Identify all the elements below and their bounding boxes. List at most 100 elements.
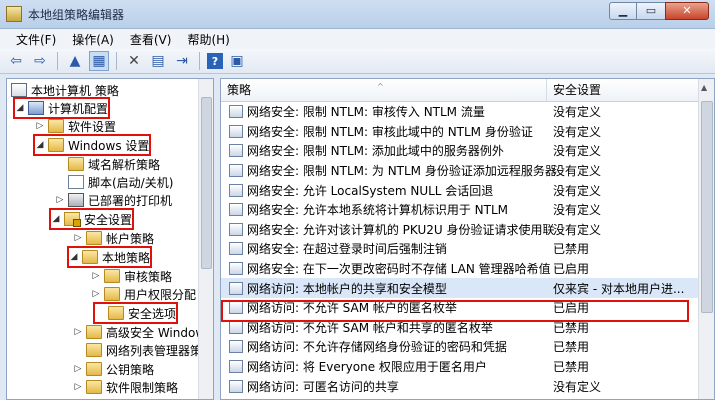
security-folder-icon: [64, 212, 81, 227]
tree-node-security-settings[interactable]: ◢ 安全设置: [48, 208, 135, 230]
policy-item-icon: [229, 203, 243, 217]
window-title: 本地组策略编辑器: [28, 8, 125, 22]
expand-triangle-icon[interactable]: ▷: [73, 233, 83, 243]
list-row[interactable]: 网络安全: 允许本地系统将计算机标识用于 NTLM 没有定义: [221, 200, 701, 220]
list-row[interactable]: 网络访问: 不允许 SAM 帐户和共享的匿名枚举 已禁用: [221, 318, 701, 338]
list-row[interactable]: 网络安全: 允许 LocalSystem NULL 会话回退 没有定义: [221, 180, 701, 200]
expand-triangle-icon[interactable]: ▷: [73, 327, 83, 337]
properties-icon[interactable]: ▤: [148, 51, 168, 71]
folder-icon: [86, 325, 102, 339]
computer-icon: [28, 101, 44, 115]
list-scroll-thumb[interactable]: [701, 101, 713, 313]
scroll-up-icon[interactable]: ▲: [701, 83, 707, 92]
minimize-button[interactable]: ▁: [609, 2, 637, 20]
tree-node-windows-settings[interactable]: ◢ Windows 设置: [32, 134, 152, 156]
expand-triangle-icon[interactable]: ▷: [91, 289, 101, 299]
tree-node-network-list[interactable]: 网络列表管理器策略: [73, 341, 213, 359]
tree-node-software-settings[interactable]: ▷ 软件设置: [35, 117, 116, 135]
list-row[interactable]: 网络访问: 不允许 SAM 帐户的匿名枚举 已启用: [221, 298, 701, 318]
export-icon[interactable]: ⇥: [172, 51, 192, 71]
tree-node-dns-policy[interactable]: 域名解析策略: [55, 155, 160, 173]
expand-triangle-icon[interactable]: ▷: [35, 121, 45, 131]
tree-node-advanced-firewall[interactable]: ▷ 高级安全 Windows: [73, 323, 211, 341]
policy-item-icon: [229, 183, 243, 197]
menu-view[interactable]: 查看(V): [122, 31, 180, 48]
app-icon: [6, 6, 22, 22]
delete-icon[interactable]: ✕: [124, 51, 144, 71]
policy-item-icon: [229, 242, 243, 256]
tree-node-deployed-printers[interactable]: ▷ 已部署的打印机: [55, 191, 172, 209]
tree-node-computer-config[interactable]: ◢ 计算机配置: [12, 97, 111, 119]
folder-icon: [104, 287, 120, 301]
console-tree[interactable]: 本地计算机 策略 ◢ 计算机配置 ▷ 软件设置 ◢ Windows 设置 域名解…: [6, 78, 214, 400]
tree-label: 计算机配置: [48, 101, 109, 116]
folder-icon: [48, 138, 64, 152]
tree-label: 用户权限分配: [124, 287, 197, 302]
list-scrollbar[interactable]: ▲: [698, 79, 714, 399]
menu-file[interactable]: 文件(F): [8, 31, 64, 48]
tree-node-security-options[interactable]: 安全选项: [92, 302, 179, 324]
tree-label: 脚本(启动/关机): [88, 175, 174, 190]
tree-label: 安全设置: [84, 212, 133, 227]
policy-item-icon: [229, 124, 243, 138]
collapse-triangle-icon[interactable]: ◢: [15, 103, 25, 113]
list-row[interactable]: 网络安全: 在下一次更改密码时不存储 LAN 管理器哈希值 已启用: [221, 259, 701, 279]
column-header-setting[interactable]: 安全设置: [547, 79, 697, 101]
list-row[interactable]: 网络安全: 限制 NTLM: 审核传入 NTLM 流量 没有定义: [221, 102, 701, 122]
tree-toggle-icon[interactable]: ▦: [89, 51, 109, 71]
policy-list[interactable]: 策略 ^ 安全设置 网络安全: 限制 NTLM: 审核传入 NTLM 流量 没有定…: [220, 78, 715, 400]
collapse-triangle-icon[interactable]: ◢: [69, 252, 79, 262]
list-row[interactable]: 网络安全: 限制 NTLM: 审核此域中的 NTLM 身份验证 没有定义: [221, 122, 701, 142]
tree-node-public-key[interactable]: ▷ 公钥策略: [73, 360, 154, 378]
expand-triangle-icon[interactable]: ▷: [73, 364, 83, 374]
menu-help[interactable]: 帮助(H): [179, 31, 237, 48]
tree-node-software-restriction[interactable]: ▷ 软件限制策略: [73, 378, 178, 396]
list-row[interactable]: 网络安全: 允许对该计算机的 PKU2U 身份验证请求使用联机... 没有定义: [221, 220, 701, 240]
tree-label: Windows 设置: [68, 138, 150, 153]
folder-icon: [48, 119, 64, 133]
close-button[interactable]: ✕: [665, 2, 709, 20]
folder-up-icon[interactable]: ▲: [65, 51, 85, 71]
list-row[interactable]: 网络访问: 不允许存储网络身份验证的密码和凭据 已禁用: [221, 337, 701, 357]
tree-label: 软件限制策略: [106, 380, 179, 395]
tree-scrollbar[interactable]: [198, 79, 213, 399]
tree-node-audit-policy[interactable]: ▷ 审核策略: [91, 267, 172, 285]
tree-label: 公钥策略: [106, 362, 155, 377]
forward-arrow-icon[interactable]: ⇨: [30, 51, 50, 71]
tree-node-account-policy[interactable]: ▷ 帐户策略: [73, 229, 154, 247]
list-row[interactable]: 网络访问: 将 Everyone 权限应用于匿名用户 已禁用: [221, 357, 701, 377]
tree-label: 审核策略: [124, 269, 173, 284]
expand-triangle-icon[interactable]: ▷: [73, 382, 83, 392]
help-icon[interactable]: ?: [207, 53, 223, 69]
tree-node-root[interactable]: 本地计算机 策略: [11, 81, 119, 99]
tree-label: 本地策略: [102, 250, 151, 265]
folder-icon: [108, 306, 124, 320]
list-row-selected[interactable]: 网络访问: 本地帐户的共享和安全模型 仅来宾 - 对本地用户进...: [221, 278, 701, 298]
view-icon[interactable]: ▣: [227, 51, 247, 71]
list-row[interactable]: 网络访问: 可匿名访问的共享 没有定义: [221, 376, 701, 396]
tree-label: 本地计算机 策略: [31, 83, 119, 98]
list-row[interactable]: 网络安全: 限制 NTLM: 添加此域中的服务器例外 没有定义: [221, 141, 701, 161]
tree-node-local-policy[interactable]: ◢ 本地策略: [66, 246, 153, 268]
back-arrow-icon[interactable]: ⇦: [6, 51, 26, 71]
expand-triangle-icon[interactable]: ▷: [55, 195, 65, 205]
tree-node-scripts[interactable]: 脚本(启动/关机): [55, 173, 173, 191]
list-row[interactable]: 网络安全: 在超过登录时间后强制注销 已禁用: [221, 239, 701, 259]
toolbar: ⇦ ⇨ ▲ ▦ ✕ ▤ ⇥ ? ▣: [0, 49, 715, 74]
title-bar[interactable]: 本地组策略编辑器 ▁ ▭ ✕: [0, 0, 715, 29]
tree-scroll-thumb[interactable]: [201, 97, 212, 269]
tree-label: 帐户策略: [106, 231, 155, 246]
maximize-button[interactable]: ▭: [637, 2, 665, 20]
expand-triangle-icon[interactable]: ▷: [91, 271, 101, 281]
folder-icon: [104, 269, 120, 283]
menu-action[interactable]: 操作(A): [64, 31, 122, 48]
tree-node-user-rights[interactable]: ▷ 用户权限分配: [91, 285, 196, 303]
list-row[interactable]: 网络安全: 限制 NTLM: 为 NTLM 身份验证添加远程服务器例外 没有定义: [221, 161, 701, 181]
collapse-triangle-icon[interactable]: ◢: [51, 214, 61, 224]
column-header-policy[interactable]: 策略 ^: [221, 79, 547, 101]
policy-item-icon: [229, 379, 243, 393]
collapse-triangle-icon[interactable]: ◢: [35, 140, 45, 150]
toolbar-separator: [57, 52, 58, 70]
printer-icon: [68, 193, 84, 207]
policy-item-icon: [229, 144, 243, 158]
